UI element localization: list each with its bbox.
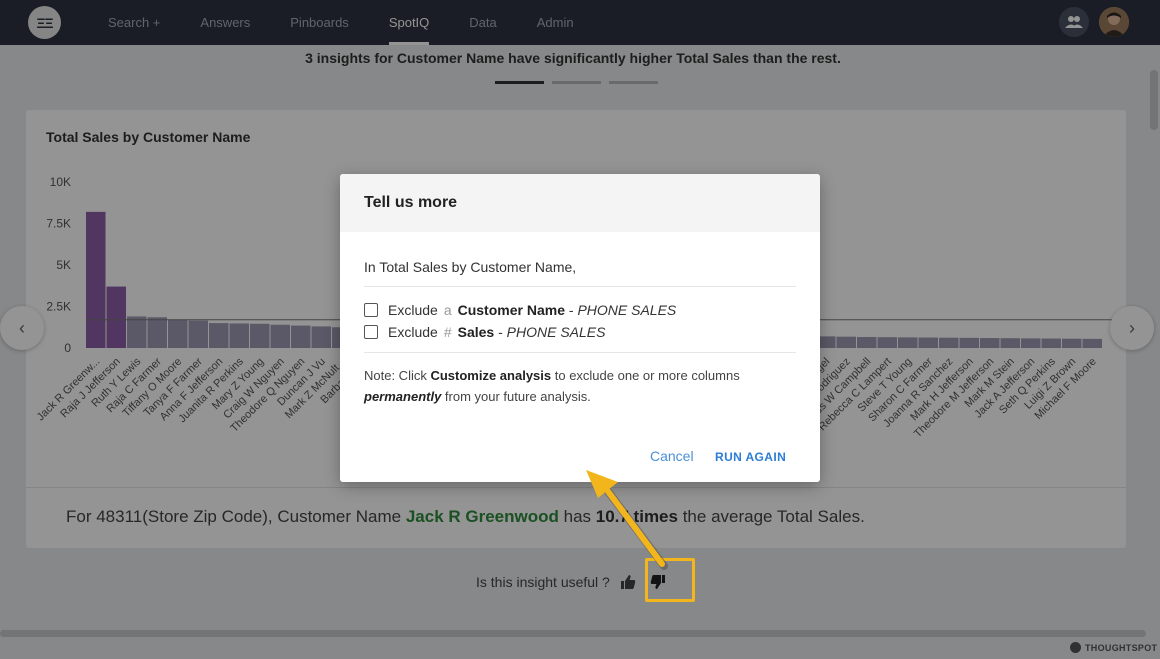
tell-us-more-dialog: Tell us more In Total Sales by Customer … bbox=[340, 174, 820, 482]
run-again-button[interactable]: RUN AGAIN bbox=[715, 450, 786, 464]
column-name: Sales bbox=[457, 324, 495, 340]
dialog-intro: In Total Sales by Customer Name, bbox=[364, 259, 577, 275]
checkbox[interactable] bbox=[364, 303, 378, 317]
customize-analysis-link: Customize analysis bbox=[430, 368, 552, 383]
column-value: PHONE SALES bbox=[577, 302, 677, 318]
cancel-button[interactable]: Cancel bbox=[650, 448, 694, 464]
exclude-option-sales[interactable]: Exclude # Sales - PHONE SALES bbox=[364, 324, 605, 340]
measure-type-icon: # bbox=[443, 324, 452, 340]
dialog-title: Tell us more bbox=[340, 174, 820, 232]
exclude-label: Exclude bbox=[388, 302, 438, 318]
column-value: PHONE SALES bbox=[506, 324, 606, 340]
attribute-type-icon: a bbox=[443, 302, 452, 318]
note-a: Note: Click bbox=[364, 368, 431, 383]
exclude-option-customer-name[interactable]: Exclude a Customer Name - PHONE SALES bbox=[364, 302, 676, 318]
note-c: to exclude one or more columns bbox=[551, 368, 740, 383]
note-permanently: permanently bbox=[364, 389, 442, 404]
checkbox[interactable] bbox=[364, 325, 378, 339]
separator: - bbox=[564, 302, 578, 318]
annotation-highlight-box bbox=[645, 558, 695, 602]
separator: - bbox=[494, 324, 507, 340]
dialog-divider bbox=[364, 286, 796, 287]
exclude-label: Exclude bbox=[388, 324, 438, 340]
column-name: Customer Name bbox=[457, 302, 565, 318]
note-e: from your future analysis. bbox=[441, 389, 591, 404]
dialog-note: Note: Click Customize analysis to exclud… bbox=[364, 365, 784, 407]
dialog-divider bbox=[364, 352, 796, 353]
